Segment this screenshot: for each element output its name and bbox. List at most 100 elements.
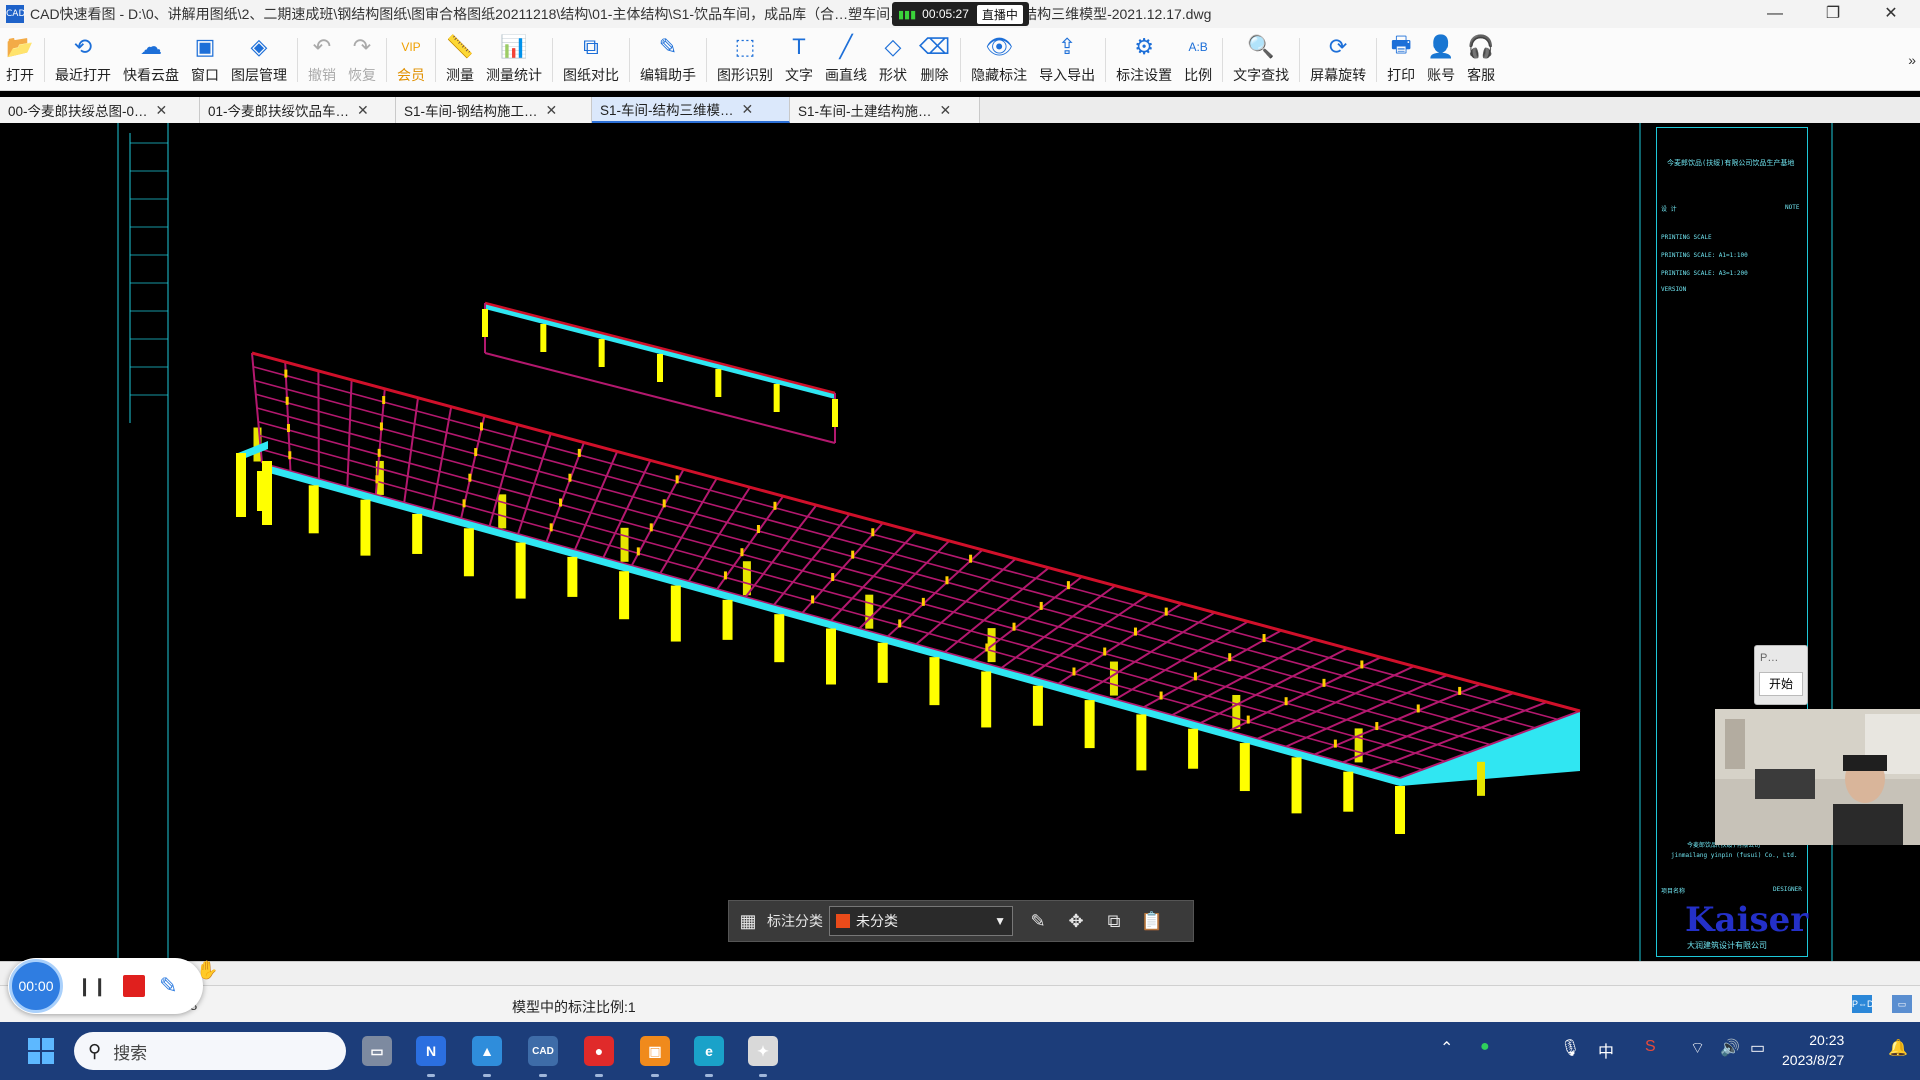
chevron-up-icon[interactable]: ⌃ — [1440, 1038, 1453, 1058]
toolbar-hide-annotation-button[interactable]: 👁 隐藏标注 — [965, 30, 1033, 90]
photos-icon[interactable]: ▲ — [472, 1036, 502, 1066]
paint-app-icon[interactable]: ✦ — [748, 1036, 778, 1066]
kaiser-logo: Kaiser — [1685, 900, 1809, 940]
edit-icon[interactable]: ✎ — [1019, 911, 1057, 932]
annotation-category-value: 未分类 — [856, 913, 898, 929]
toolbar-label: 最近打开 — [55, 67, 111, 83]
toolbar-headset-button[interactable]: 🎧 客服 — [1461, 30, 1501, 90]
roof-post — [559, 498, 563, 507]
ime-indicator[interactable]: 中 — [1598, 1038, 1614, 1062]
toolbar-eraser-button[interactable]: ⌫ 删除 — [913, 30, 956, 90]
pen-icon[interactable]: ✎ — [159, 973, 177, 999]
app-logo-icon: CAD — [6, 5, 25, 23]
roof-post — [662, 499, 666, 508]
taskbar-search[interactable]: ⚲ 搜索 — [74, 1032, 346, 1070]
toolbar-window-button[interactable]: ▣ 窗口 — [185, 30, 225, 90]
layout-icon[interactable]: ▭ — [1892, 995, 1912, 1013]
toolbar-account-button[interactable]: 👤 账号 — [1421, 30, 1461, 90]
toolbar-scale-button[interactable]: A:B 比例 — [1178, 30, 1218, 90]
toolbar-more-button[interactable]: » — [1908, 52, 1916, 68]
tab-document-4[interactable]: S1-车间-结构三维模… ✕ — [592, 97, 790, 123]
toolbar-label: 导入导出 — [1039, 67, 1096, 83]
status-annotation-scale: 模型中的标注比例:1 — [512, 999, 636, 1015]
roof-post — [945, 576, 949, 585]
copy-icon[interactable]: ⧉ — [1095, 911, 1133, 932]
pan-hand-icon[interactable]: ✋ — [196, 960, 218, 981]
battery-icon[interactable]: ▭ — [1750, 1038, 1765, 1058]
live-timer: 00:05:27 — [922, 7, 969, 21]
toolbar-rotate-screen-button[interactable]: ⟳ 屏幕旋转 — [1304, 30, 1372, 90]
annex-column — [598, 339, 605, 367]
toolbar-layers-button[interactable]: ◈ 图层管理 — [225, 30, 293, 90]
layers-icon: ◈ — [250, 34, 268, 59]
toolbar-ruler-button[interactable]: 📏 测量 — [440, 30, 480, 90]
close-icon[interactable]: ✕ — [546, 102, 558, 119]
close-icon[interactable]: ✕ — [940, 102, 952, 119]
grid-icon[interactable]: ▦ — [729, 911, 767, 932]
close-icon[interactable]: ✕ — [742, 101, 754, 118]
wifi-icon[interactable]: ⌔ — [1690, 1038, 1705, 1058]
paste-icon[interactable]: 📋 — [1133, 911, 1171, 932]
toolbar-line-button[interactable]: ╱ 画直线 — [819, 30, 873, 90]
toolbar-undo-button[interactable]: ↶ 撤销 — [302, 30, 342, 90]
live-indicator[interactable]: ▮▮▮ 00:05:27 直播中 — [892, 2, 1029, 26]
toolbar-shape-button[interactable]: ◇ 形状 — [873, 30, 913, 90]
model-space-icon[interactable]: P⇔D — [1852, 995, 1874, 1013]
annex-column — [657, 354, 663, 382]
tab-document-5[interactable]: S1-车间-土建结构施… ✕ — [790, 97, 980, 123]
record-app-icon[interactable]: ● — [584, 1036, 614, 1066]
column — [1343, 771, 1354, 812]
wechat-icon[interactable]: ● — [1480, 1038, 1490, 1056]
toolbar-annotation-settings-button[interactable]: ⚙ 标注设置 — [1110, 30, 1178, 90]
cad-viewer-icon[interactable]: CAD — [528, 1036, 558, 1066]
toolbar-shape-recognize-button[interactable]: ⬚ 图形识别 — [711, 30, 779, 90]
media-app-icon[interactable]: ▣ — [640, 1036, 670, 1066]
sogou-icon[interactable]: S — [1645, 1038, 1656, 1056]
toolbar-redo-button[interactable]: ↷ 恢复 — [342, 30, 382, 90]
redo-icon: ↷ — [352, 34, 372, 59]
start-button[interactable]: 开始 — [1759, 672, 1803, 696]
annotation-category-select[interactable]: 未分类 ▼ — [829, 906, 1013, 936]
toolbar-folder-open-button[interactable]: 📂 打开 — [0, 30, 40, 90]
horizontal-scrollbar[interactable] — [0, 961, 1920, 986]
titleblock-scale-a1: PRINTING SCALE: A1=1:100 — [1661, 252, 1748, 259]
close-window-button[interactable]: ✕ — [1862, 0, 1920, 28]
toolbar-label: 屏幕旋转 — [1310, 67, 1367, 83]
column — [670, 585, 681, 642]
close-icon[interactable]: ✕ — [357, 102, 369, 119]
clock-date: 2023/8/27 — [1782, 1052, 1845, 1068]
roof-post — [1193, 672, 1197, 681]
toolbar-compare-button[interactable]: ⧉ 图纸对比 — [557, 30, 625, 90]
move-icon[interactable]: ✥ — [1057, 911, 1095, 932]
toolbar-edit-assistant-button[interactable]: ✎ 编辑助手 — [634, 30, 702, 90]
tab-document-1[interactable]: 00-今麦郎扶绥总图-0… ✕ — [0, 97, 200, 123]
microphone-icon[interactable]: 🎙 — [1560, 1038, 1580, 1058]
roof-post — [375, 475, 379, 484]
minimize-button[interactable]: — — [1746, 0, 1804, 28]
stop-icon[interactable] — [123, 975, 146, 997]
tab-document-3[interactable]: S1-车间-钢结构施工… ✕ — [396, 97, 592, 123]
edge-icon[interactable]: e — [694, 1036, 724, 1066]
restore-button[interactable]: ❐ — [1804, 0, 1862, 28]
notification-icon[interactable]: 🔔 — [1888, 1038, 1908, 1058]
close-icon[interactable]: ✕ — [156, 102, 168, 119]
toolbar-measure-stats-button[interactable]: 📊 测量统计 — [480, 30, 548, 90]
toolbar-text-search-button[interactable]: 🔍 文字查找 — [1227, 30, 1295, 90]
toolbar-import-export-button[interactable]: ⇪ 导入导出 — [1033, 30, 1101, 90]
system-clock[interactable]: 20:23 2023/8/27 — [1782, 1030, 1844, 1070]
toolbar-vip-button[interactable]: VIP 会员 — [391, 30, 431, 90]
start-menu-icon[interactable] — [28, 1038, 54, 1064]
task-view-icon[interactable]: ▭ — [362, 1036, 392, 1066]
volume-icon[interactable]: 🔊 — [1720, 1038, 1740, 1058]
roof-post — [773, 501, 777, 510]
toolbar-printer-button[interactable]: 🖶 打印 — [1381, 30, 1421, 90]
recorder-timer[interactable]: 00:00 — [9, 959, 63, 1013]
tab-document-2[interactable]: 01-今麦郎扶绥饮品车… ✕ — [200, 97, 396, 123]
toolbar-cloud-button[interactable]: ☁ 快看云盘 — [117, 30, 185, 90]
pause-icon[interactable]: ❙❙ — [77, 976, 107, 997]
drawing-canvas[interactable]: 今麦郎饮品(扶绥)有限公司饮品生产基地 设 计 NOTE PRINTING SC… — [0, 123, 1920, 961]
toolbar-history-button[interactable]: ⟲ 最近打开 — [49, 30, 117, 90]
toolbar-label: 打印 — [1387, 67, 1416, 83]
onenote-icon[interactable]: N — [416, 1036, 446, 1066]
toolbar-text-button[interactable]: T 文字 — [779, 30, 819, 90]
